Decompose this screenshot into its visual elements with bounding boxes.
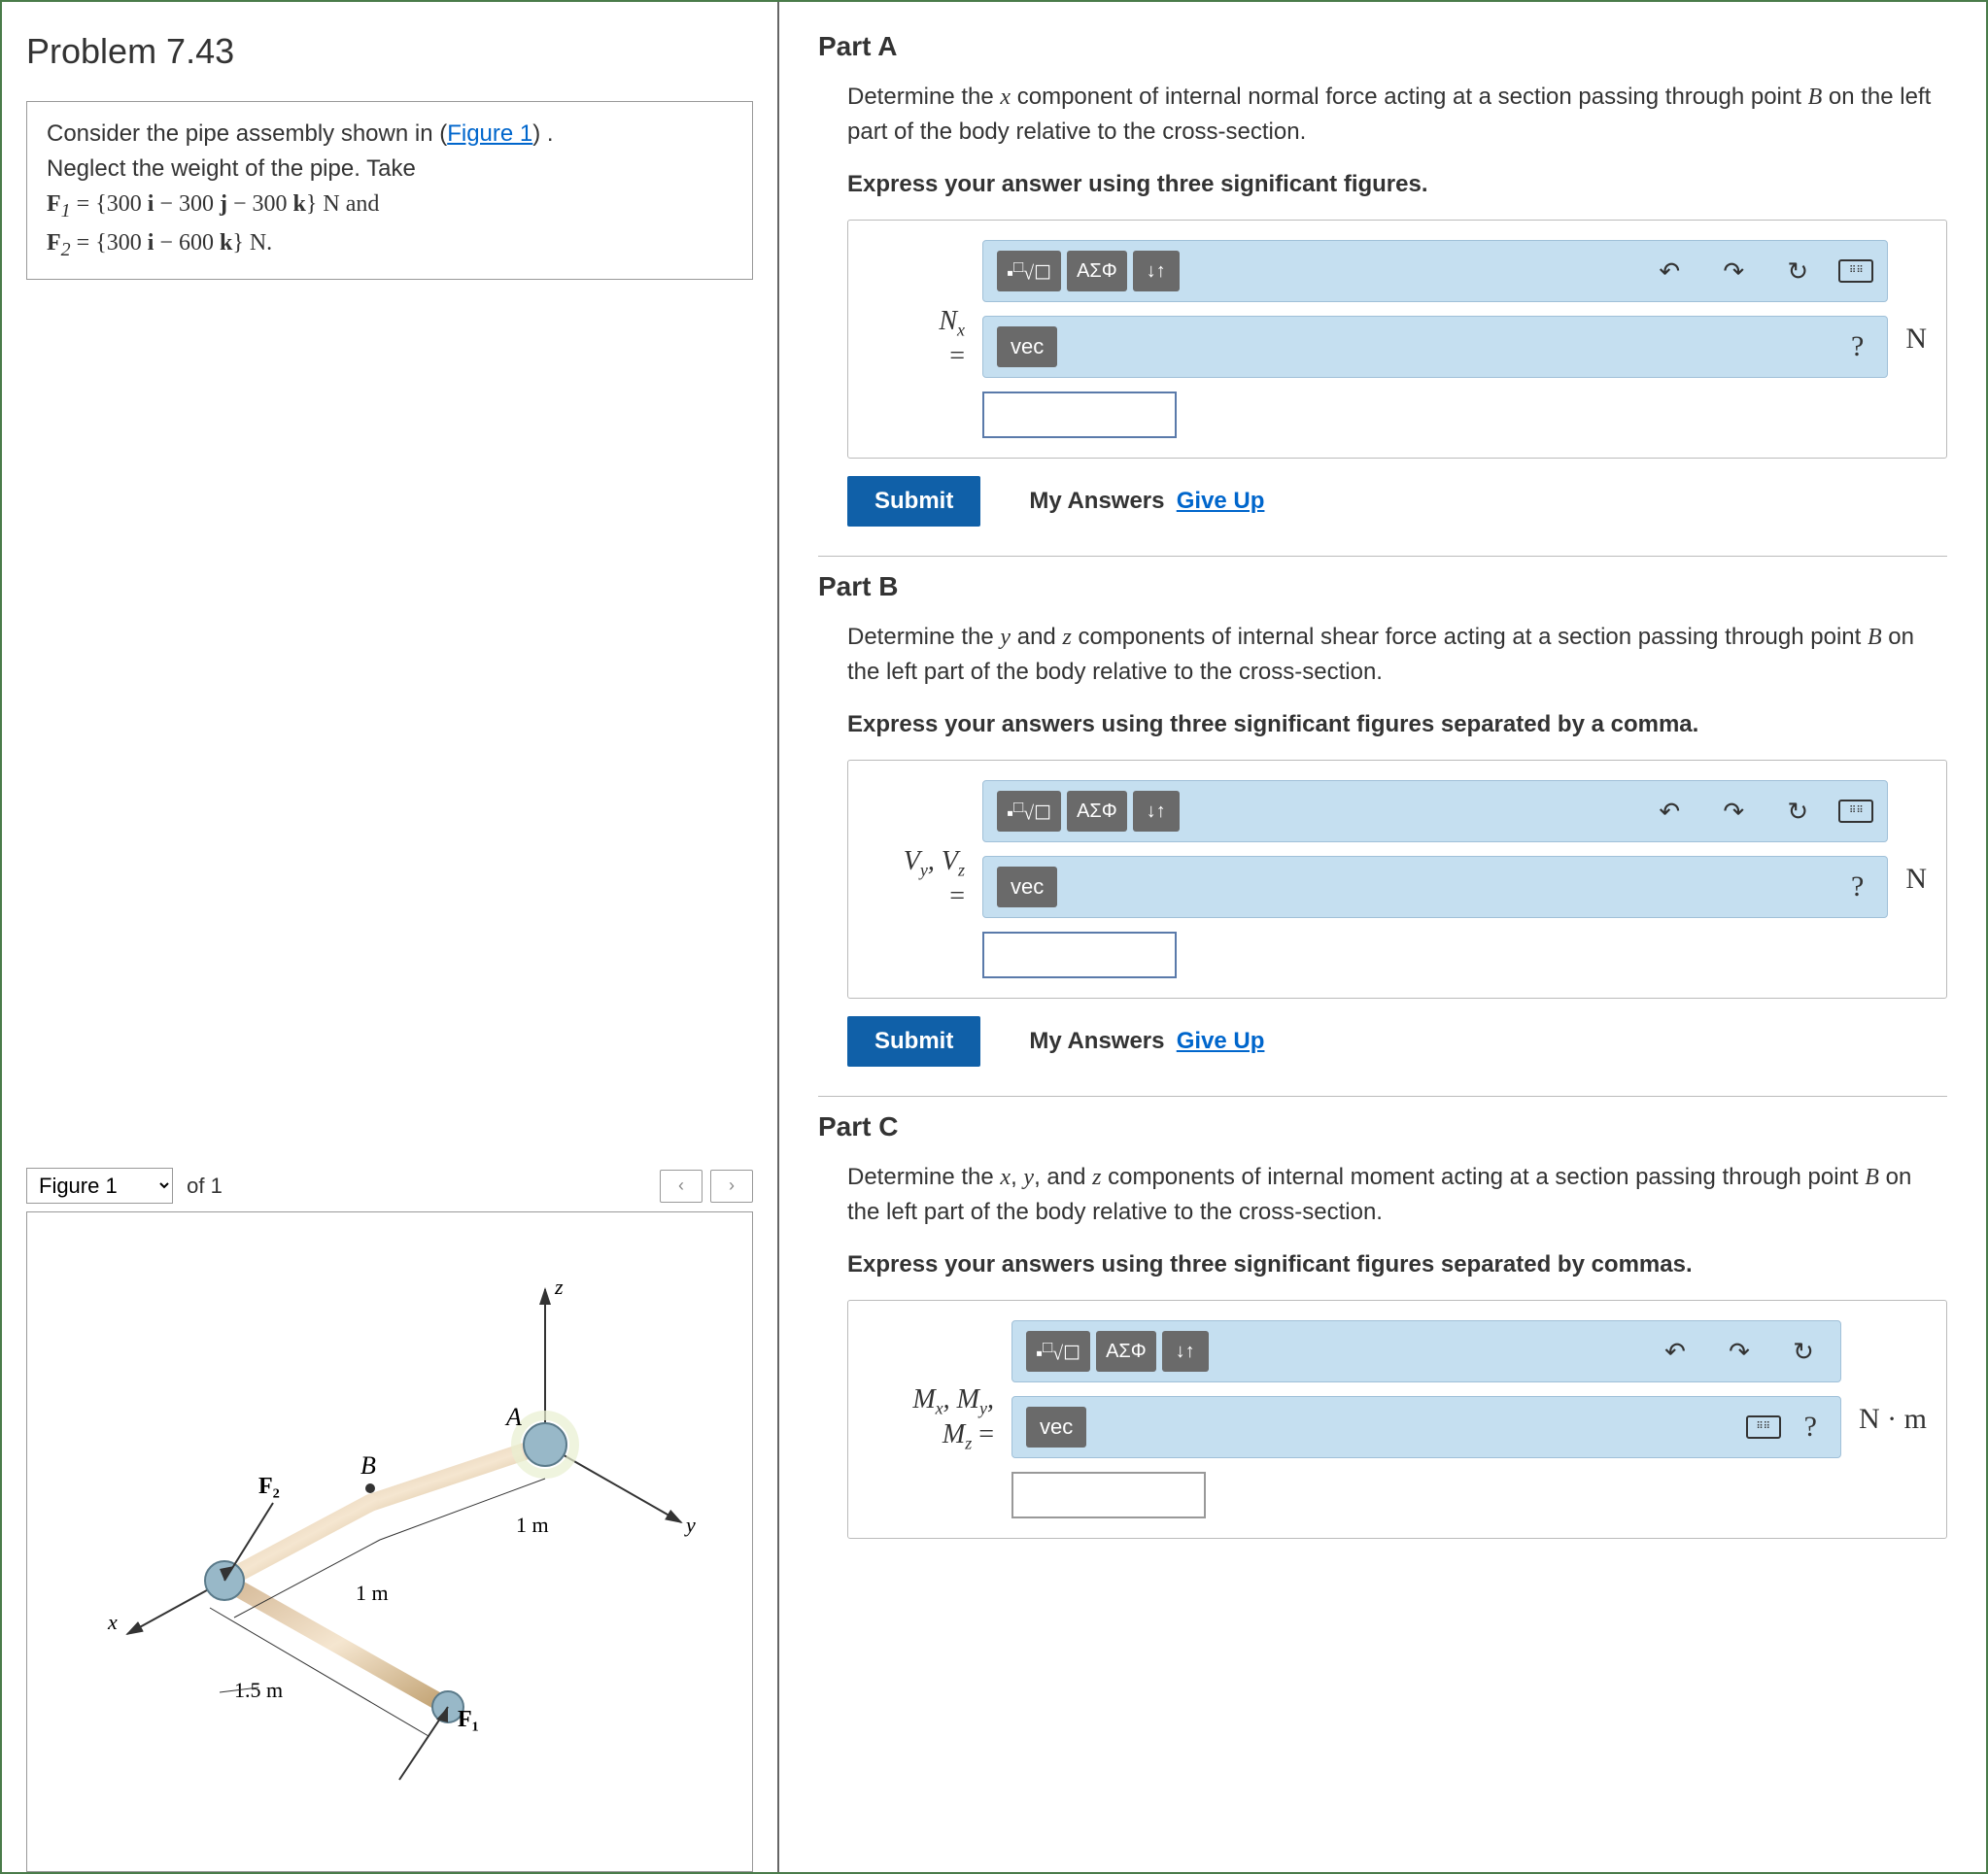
keyboard-icon[interactable]: ⠿⠿: [1838, 259, 1873, 283]
part-b-giveup[interactable]: Give Up: [1177, 1028, 1265, 1054]
figure-image: z y x B A F₂: [26, 1211, 753, 1872]
label-A: A: [504, 1403, 522, 1431]
part-a-answer-box: Nx= ▪□√☐ ΑΣΦ ↓↑ ↶ ↷ ↻ ⠿⠿ vec ?: [847, 220, 1947, 459]
line2: Neglect the weight of the pipe. Take: [47, 155, 416, 182]
part-a-toolbar2: vec ?: [982, 316, 1888, 378]
redo-button[interactable]: ↷: [1716, 1331, 1763, 1372]
part-c-instruct: Express your answers using three signifi…: [818, 1247, 1947, 1282]
part-a-myanswers: My Answers: [1029, 488, 1164, 514]
part-a-submit[interactable]: Submit: [847, 476, 980, 527]
part-b-toolbar2: vec ?: [982, 856, 1888, 918]
part-b-submit[interactable]: Submit: [847, 1016, 980, 1067]
axis-z: z: [554, 1275, 564, 1299]
help-button[interactable]: ?: [1841, 870, 1873, 903]
help-button[interactable]: ?: [1841, 330, 1873, 363]
intro-post: ) .: [532, 120, 553, 147]
part-b-myanswers: My Answers: [1029, 1028, 1164, 1054]
part-c-var: Mx, My,Mz =: [868, 1384, 994, 1453]
f2-sub: 2: [61, 239, 71, 260]
part-c-toolbar: ▪□√☐ ΑΣΦ ↓↑ ↶ ↷ ↻: [1011, 1320, 1841, 1382]
part-b-title: Part B: [818, 571, 1947, 602]
figure-select[interactable]: Figure 1: [26, 1168, 173, 1204]
subsup-button[interactable]: ↓↑: [1162, 1331, 1209, 1372]
undo-button[interactable]: ↶: [1646, 251, 1693, 291]
figure-link[interactable]: Figure 1: [447, 120, 532, 147]
redo-button[interactable]: ↷: [1710, 791, 1757, 832]
part-a-title: Part A: [818, 31, 1947, 62]
part-b-desc: Determine the y and z components of inte…: [818, 620, 1947, 690]
part-c-unit: N · m: [1859, 1403, 1927, 1436]
greek-button[interactable]: ΑΣΦ: [1067, 251, 1127, 291]
help-button[interactable]: ?: [1795, 1411, 1827, 1444]
f1-label: F: [47, 191, 61, 217]
figure-of: of 1: [187, 1174, 223, 1198]
axis-y: y: [684, 1513, 696, 1537]
vec-button[interactable]: vec: [997, 867, 1057, 907]
part-a-toolbar: ▪□√☐ ΑΣΦ ↓↑ ↶ ↷ ↻ ⠿⠿: [982, 240, 1888, 302]
part-c-answer-box: Mx, My,Mz = ▪□√☐ ΑΣΦ ↓↑ ↶ ↷ ↻ vec ⠿⠿? N: [847, 1300, 1947, 1539]
templates-button[interactable]: ▪□√☐: [1026, 1331, 1090, 1372]
label-B: B: [360, 1451, 376, 1480]
figure-prev-button[interactable]: ‹: [660, 1170, 703, 1203]
part-b-answer-box: Vy, Vz= ▪□√☐ ΑΣΦ ↓↑ ↶ ↷ ↻ ⠿⠿ vec ?: [847, 760, 1947, 999]
axis-x: x: [107, 1610, 118, 1634]
vec-button[interactable]: vec: [1026, 1407, 1086, 1448]
intro-pre: Consider the pipe assembly shown in (: [47, 120, 447, 147]
part-c-input[interactable]: [1011, 1472, 1206, 1518]
part-a-input[interactable]: [982, 392, 1177, 438]
figure-section: Figure 1 of 1 ‹ ›: [26, 1168, 753, 1872]
label-F2: F₂: [258, 1474, 280, 1499]
dim-1m-a: 1 m: [516, 1513, 549, 1537]
keyboard-icon[interactable]: ⠿⠿: [1838, 800, 1873, 823]
part-b-input[interactable]: [982, 932, 1177, 978]
f1-expr: = {300 i − 300 j − 300 k} N and: [71, 191, 380, 217]
part-b-var: Vy, Vz=: [868, 846, 965, 912]
figure-next-button[interactable]: ›: [710, 1170, 753, 1203]
undo-button[interactable]: ↶: [1652, 1331, 1698, 1372]
reset-button[interactable]: ↻: [1780, 1331, 1827, 1372]
part-a-unit: N: [1905, 323, 1927, 356]
subsup-button[interactable]: ↓↑: [1133, 791, 1180, 832]
label-F1: F₁: [458, 1707, 479, 1732]
undo-button[interactable]: ↶: [1646, 791, 1693, 832]
dim-1m-b: 1 m: [356, 1581, 389, 1605]
f2-expr: = {300 i − 600 k} N.: [71, 230, 273, 256]
part-a-var: Nx=: [868, 306, 965, 372]
reset-button[interactable]: ↻: [1774, 791, 1821, 832]
greek-button[interactable]: ΑΣΦ: [1096, 1331, 1156, 1372]
part-a-instruct: Express your answer using three signific…: [818, 167, 1947, 202]
reset-button[interactable]: ↻: [1774, 251, 1821, 291]
f2-label: F: [47, 230, 61, 256]
part-b-unit: N: [1905, 863, 1927, 896]
keyboard-icon[interactable]: ⠿⠿: [1746, 1415, 1781, 1439]
part-a-desc: Determine the x component of internal no…: [818, 80, 1947, 150]
part-c-toolbar2: vec ⠿⠿?: [1011, 1396, 1841, 1458]
f1-sub: 1: [61, 200, 71, 221]
templates-button[interactable]: ▪□√☐: [997, 251, 1061, 291]
part-a-giveup[interactable]: Give Up: [1177, 488, 1265, 514]
problem-statement: Consider the pipe assembly shown in (Fig…: [26, 101, 753, 280]
vec-button[interactable]: vec: [997, 326, 1057, 367]
greek-button[interactable]: ΑΣΦ: [1067, 791, 1127, 832]
subsup-button[interactable]: ↓↑: [1133, 251, 1180, 291]
part-c-title: Part C: [818, 1111, 1947, 1142]
part-b-instruct: Express your answers using three signifi…: [818, 707, 1947, 742]
problem-title: Problem 7.43: [26, 31, 753, 72]
part-b-toolbar: ▪□√☐ ΑΣΦ ↓↑ ↶ ↷ ↻ ⠿⠿: [982, 780, 1888, 842]
templates-button[interactable]: ▪□√☐: [997, 791, 1061, 832]
redo-button[interactable]: ↷: [1710, 251, 1757, 291]
part-c-desc: Determine the x, y, and z components of …: [818, 1160, 1947, 1230]
